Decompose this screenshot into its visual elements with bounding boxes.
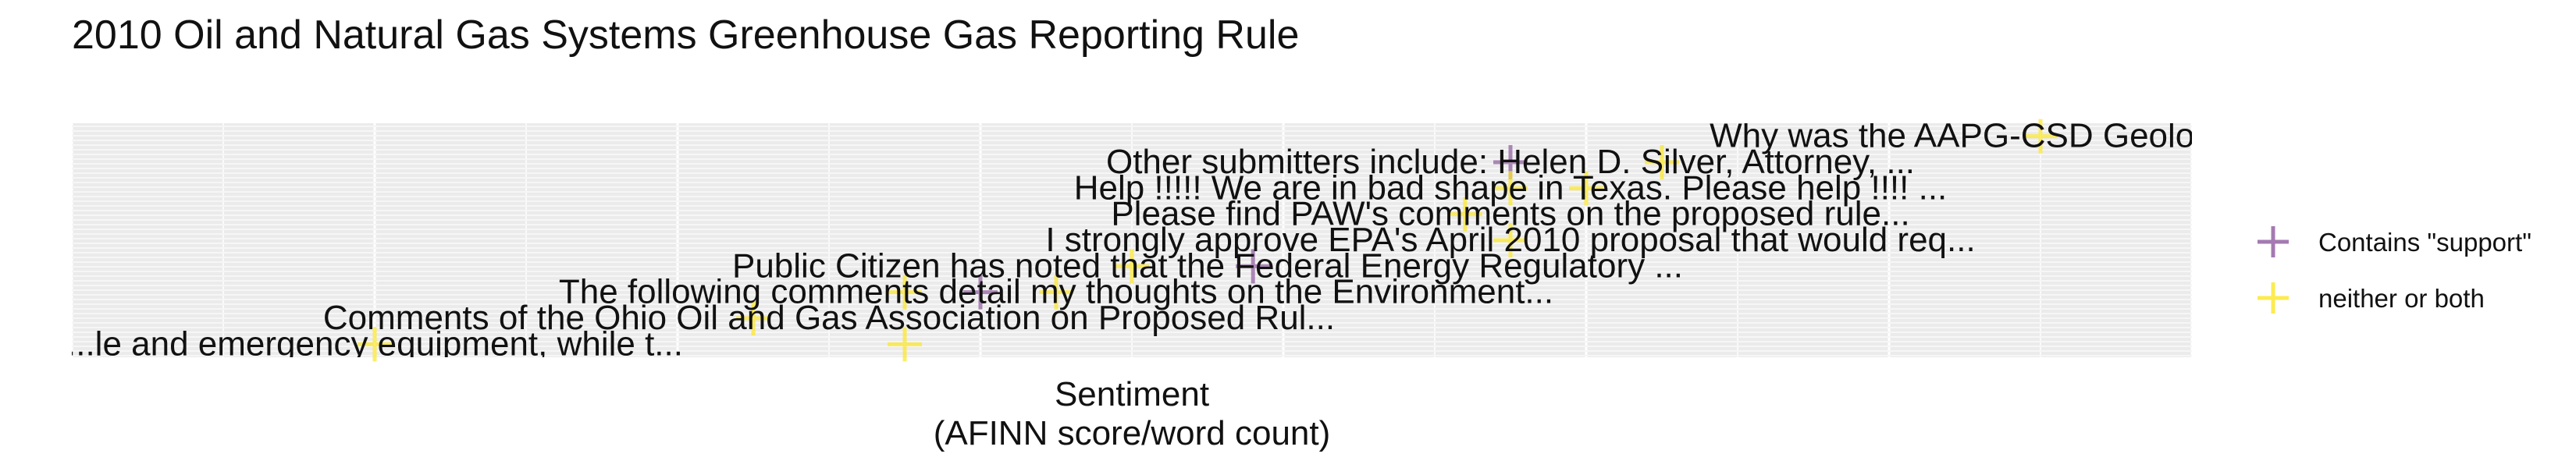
legend: Contains "support" neither or both xyxy=(2258,226,2532,314)
legend-key-icon xyxy=(2258,282,2289,314)
legend-item-label: neither or both xyxy=(2318,284,2485,313)
legend-item-label: Contains "support" xyxy=(2318,228,2532,257)
sentiment-scatter-chart: 2010 Oil and Natural Gas Systems Greenho… xyxy=(66,12,2532,452)
x-axis-title-line1: Sentiment xyxy=(1055,375,1209,413)
chart-title: 2010 Oil and Natural Gas Systems Greenho… xyxy=(72,12,1299,58)
x-axis-title-line2: (AFINN score/word count) xyxy=(934,414,1331,452)
legend-key-icon xyxy=(2258,226,2289,257)
point-label: ...le and emergency equipment, while t..… xyxy=(66,324,683,363)
